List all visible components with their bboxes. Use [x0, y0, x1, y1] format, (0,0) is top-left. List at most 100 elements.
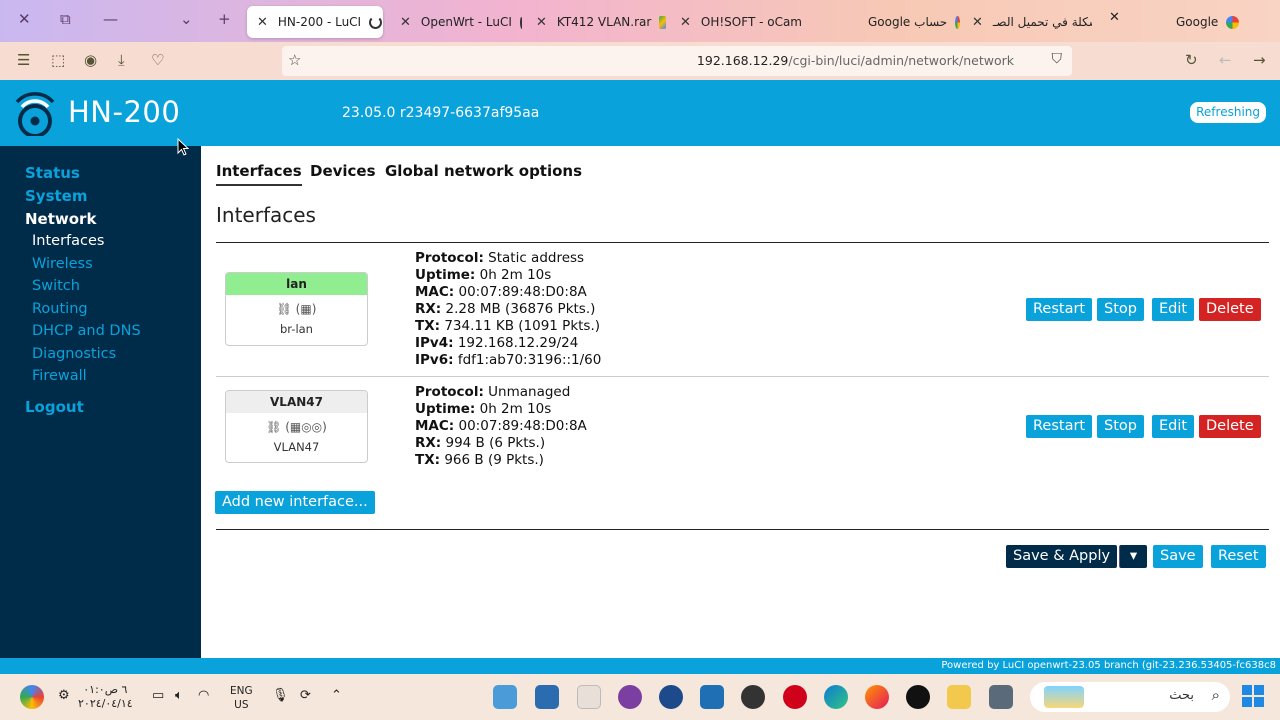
brand-title[interactable]: HN-200 [68, 95, 180, 129]
sidebar-item-firewall[interactable]: Firewall [32, 368, 87, 384]
restart-button[interactable]: Restart [1026, 298, 1093, 321]
close-tab-icon[interactable]: ✕ [400, 15, 411, 30]
refreshing-badge[interactable]: Refreshing [1190, 102, 1266, 123]
edit-button[interactable]: Edit [1152, 415, 1195, 438]
restart-button[interactable]: Restart [1026, 415, 1093, 438]
wifi-icon[interactable]: ◠ [198, 688, 209, 703]
tab-global-network-options[interactable]: Global network options [385, 162, 582, 180]
shield-icon[interactable]: ⛉ [1052, 51, 1063, 67]
chevron-up-icon[interactable]: ⌃ [331, 688, 342, 703]
app-icon[interactable] [700, 685, 724, 709]
minimize-icon[interactable]: — [103, 10, 118, 28]
app-icon[interactable] [577, 685, 601, 709]
value: 966 B (9 Pkts.) [444, 452, 544, 468]
sidebar-item-diagnostics[interactable]: Diagnostics [32, 346, 116, 362]
restore-icon[interactable]: ⧉ [60, 10, 71, 28]
app-icon[interactable] [493, 685, 517, 709]
close-tab-icon[interactable]: ✕ [1109, 10, 1120, 25]
value: 0h 2m 10s [479, 267, 552, 283]
label: MAC: [415, 418, 455, 434]
download-icon[interactable]: ⤓ [118, 51, 125, 69]
edit-button[interactable]: Edit [1152, 298, 1195, 321]
sidebar-item-logout[interactable]: Logout [25, 398, 84, 416]
reload-icon[interactable]: ↻ [1185, 51, 1198, 69]
calculator-icon[interactable] [989, 685, 1013, 709]
volume-icon[interactable]: 🔈︎ [175, 688, 183, 703]
add-interface-button[interactable]: Add new interface... [215, 491, 375, 514]
save-button[interactable]: Save [1153, 545, 1203, 568]
lang-region: US [234, 699, 249, 711]
mouse-cursor-icon [177, 138, 189, 156]
app-icon[interactable] [618, 685, 642, 709]
tab-hn200-luci[interactable]: ✕ HN-200 - LuCI [247, 6, 383, 38]
clock[interactable]: ۰۱:۰٦ ص ٢٠٢٤/٠٤/١٤ [78, 683, 133, 711]
tab-google[interactable]: Google [1160, 6, 1240, 38]
tab-title: OH!SOFT - oCam [700, 15, 802, 29]
tab-devices[interactable]: Devices [310, 162, 376, 180]
back-icon[interactable]: ← [1219, 51, 1232, 69]
windows-start-icon[interactable] [1242, 685, 1264, 707]
value: 734.11 KB (1091 Pkts.) [444, 318, 601, 334]
url-text[interactable]: 192.168.12.29/cgi-bin/luci/admin/network… [697, 53, 1014, 68]
sidebar-item-wireless[interactable]: Wireless [32, 256, 93, 272]
sidebar-item-interfaces[interactable]: Interfaces [32, 233, 104, 249]
sidebar-item-system[interactable]: System [25, 187, 87, 205]
reset-button[interactable]: Reset [1211, 545, 1266, 568]
sync-icon[interactable]: ⟳ [300, 688, 311, 703]
close-window-icon[interactable]: ✕ [18, 10, 31, 28]
opera-icon[interactable] [783, 685, 807, 709]
tab-ohsoft-ocam[interactable]: ✕ OH!SOFT - oCam [670, 6, 810, 38]
microphone-icon[interactable]: 🎙︎ [272, 688, 289, 703]
delete-button[interactable]: Delete [1199, 415, 1261, 438]
divider [216, 529, 1269, 530]
close-tab-icon[interactable]: ✕ [257, 15, 268, 30]
camera-icon[interactable] [741, 685, 765, 709]
value: 00:07:89:48:D0:8A [458, 418, 587, 434]
file-explorer-icon[interactable] [947, 685, 971, 709]
settings-icon[interactable]: ⚙ [58, 688, 70, 703]
label: IPv4: [415, 335, 454, 351]
battery-icon[interactable]: ▭ [152, 688, 164, 703]
close-tab-icon[interactable]: ✕ [536, 15, 547, 30]
stop-button[interactable]: Stop [1097, 298, 1144, 321]
bookmark-star-icon[interactable]: ☆ [288, 51, 301, 69]
firefox-icon[interactable] [865, 685, 889, 709]
tab-google-account[interactable]: Google حساب [840, 6, 960, 38]
divider [216, 376, 1269, 377]
search-box[interactable]: بحث ⌕ [1030, 682, 1230, 712]
interface-name: lan [226, 273, 367, 295]
divider [216, 242, 1269, 243]
sidebar-item-dhcp-dns[interactable]: DHCP and DNS [32, 323, 141, 339]
tab-kt412-vlan[interactable]: ✕ KT412 VLAN.rar [526, 6, 666, 38]
pocket-icon[interactable]: ♡ [151, 51, 164, 69]
google-icon [955, 15, 960, 29]
copilot-icon[interactable] [20, 685, 44, 709]
save-apply-button[interactable]: Save & Apply [1006, 545, 1118, 568]
taskbar: ⚙ ۰۱:۰٦ ص ٢٠٢٤/٠٤/١٤ ▭ 🔈︎ ◠ ENG US 🎙︎ ⟳ … [0, 674, 1280, 720]
menu-icon[interactable]: ☰ [17, 51, 30, 69]
forward-icon[interactable]: → [1253, 51, 1266, 69]
sidebar-item-status[interactable]: Status [25, 164, 80, 182]
delete-button[interactable]: Delete [1199, 298, 1261, 321]
close-tab-icon[interactable]: ✕ [680, 15, 691, 30]
edge-icon[interactable] [824, 685, 848, 709]
stop-button[interactable]: Stop [1097, 415, 1144, 438]
tiktok-icon[interactable] [906, 685, 930, 709]
sidebar-item-network[interactable]: Network [25, 210, 96, 228]
extensions-icon[interactable]: ⬚ [51, 51, 65, 69]
tab-list-icon[interactable]: ⌄ [180, 10, 193, 28]
sidebar-item-switch[interactable]: Switch [32, 278, 80, 294]
save-apply-dropdown-icon[interactable]: ▾ [1119, 545, 1147, 568]
tab-arabic-issue[interactable]: ✕ مشكلة في تحميل الصـ ⓘ [962, 6, 1092, 38]
language-indicator[interactable]: ENG US [230, 684, 253, 712]
url-host: 192.168.12.29 [696, 53, 789, 68]
close-tab-icon[interactable]: ✕ [972, 15, 983, 30]
new-tab-icon[interactable]: + [218, 10, 231, 28]
tab-interfaces[interactable]: Interfaces [216, 162, 302, 186]
address-bar[interactable]: ☆ 192.168.12.29/cgi-bin/luci/admin/netwo… [282, 46, 1072, 76]
app-icon[interactable] [659, 685, 683, 709]
account-icon[interactable]: ◉ [84, 51, 97, 69]
notepad-icon[interactable] [535, 685, 559, 709]
tab-openwrt-luci[interactable]: ✕ OpenWrt - LuCI [390, 6, 522, 38]
sidebar-item-routing[interactable]: Routing [32, 301, 88, 317]
